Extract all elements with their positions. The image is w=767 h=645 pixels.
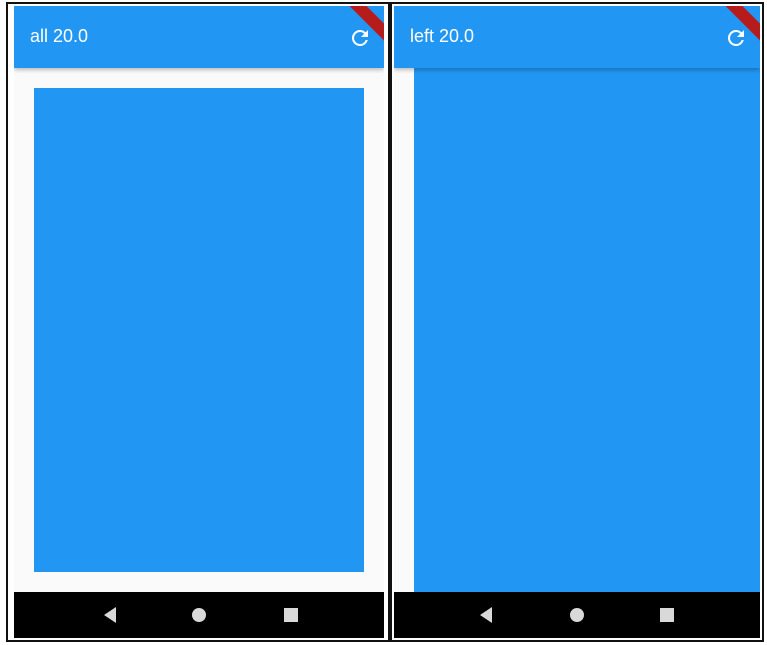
android-nav-bar xyxy=(394,592,760,638)
body-content xyxy=(394,68,760,638)
app-bar: left 20.0 xyxy=(394,6,760,68)
android-nav-bar xyxy=(14,592,384,638)
refresh-icon[interactable] xyxy=(348,26,372,50)
phone-screen-all-padding: all 20.0 xyxy=(14,6,384,638)
left-padded-blue-container xyxy=(414,68,760,592)
home-circle-icon[interactable] xyxy=(192,608,206,622)
home-circle-icon[interactable] xyxy=(570,608,584,622)
phone-screen-left-padding: left 20.0 xyxy=(394,6,760,638)
left-screenshot-frame: all 20.0 xyxy=(6,2,390,642)
back-triangle-icon[interactable] xyxy=(480,607,492,623)
refresh-icon[interactable] xyxy=(724,26,748,50)
right-screenshot-frame: left 20.0 xyxy=(390,2,764,642)
body-content xyxy=(14,68,384,638)
app-bar-title: left 20.0 xyxy=(410,26,475,46)
recents-square-icon[interactable] xyxy=(660,608,674,622)
app-bar: all 20.0 xyxy=(14,6,384,68)
recents-square-icon[interactable] xyxy=(284,608,298,622)
app-bar-title: all 20.0 xyxy=(30,26,89,46)
back-triangle-icon[interactable] xyxy=(104,607,116,623)
padded-blue-container xyxy=(34,88,364,572)
